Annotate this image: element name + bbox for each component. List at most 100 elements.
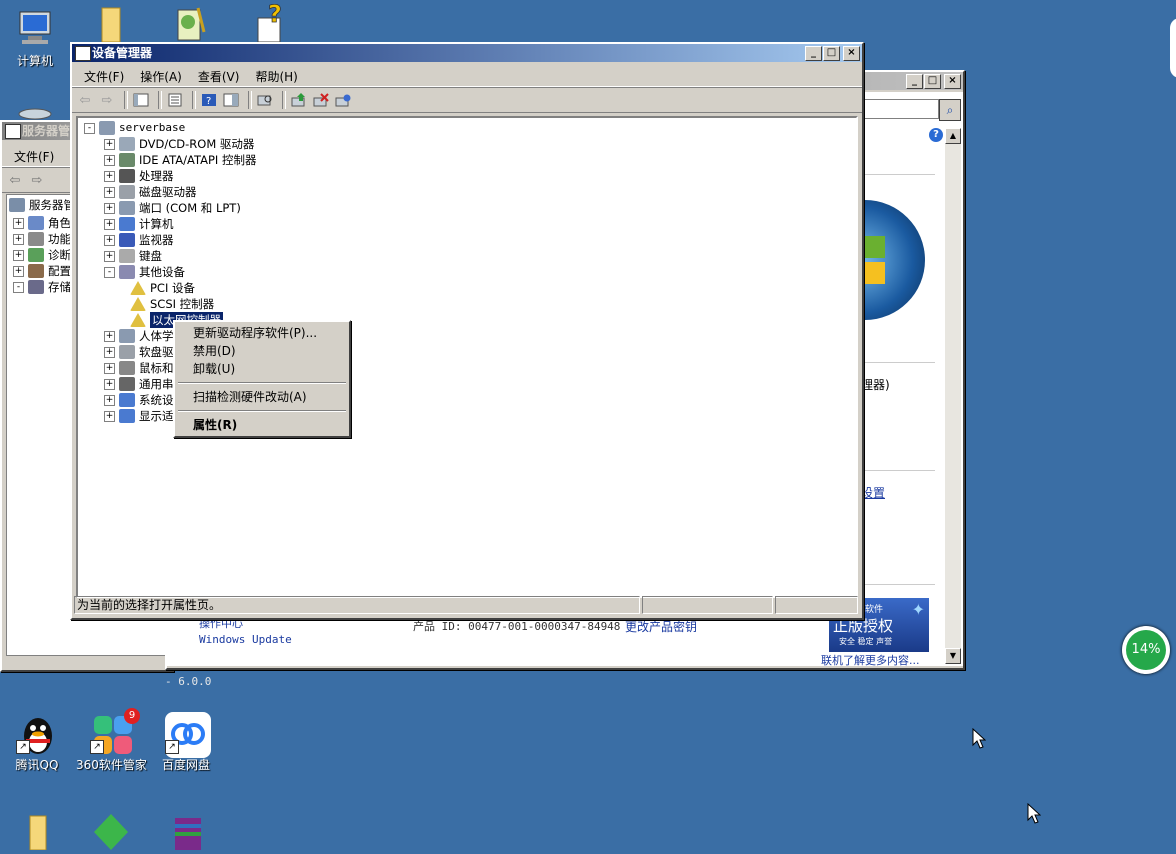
tree-category-item[interactable]: + 通用串 [104,376,174,392]
desktop-icon-qq[interactable]: ↗ 腾讯QQ [2,712,72,773]
back-icon[interactable]: ⇦ [76,92,94,108]
menu-item-properties[interactable]: 属性(R) [177,416,347,434]
menu-item-disable[interactable]: 禁用(D) [177,342,347,360]
menu-item-update-driver[interactable]: 更新驱动程序软件(P)... [177,324,347,342]
tree-device-item[interactable]: PCI 设备 [124,280,195,296]
tree-category-item[interactable]: + 端口 (COM 和 LPT) [104,200,241,216]
menu-file[interactable]: 文件(F) [76,68,132,85]
show-hide-console-tree-icon[interactable] [132,92,150,108]
forward-icon[interactable]: ⇨ [98,92,116,108]
device-manager-titlebar[interactable]: 设备管理器 _ □ × [72,44,862,62]
shortcut-arrow-icon: ↗ [165,740,179,754]
expand-icon[interactable]: + [13,233,24,245]
desktop-icon-winrar[interactable] [151,810,221,854]
tree-category-item[interactable]: + DVD/CD-ROM 驱动器 [104,136,254,152]
desktop-icon-baidu[interactable]: ↗ 百度网盘 [151,712,221,773]
menu-action[interactable]: 操作(A) [132,68,190,85]
expand-icon[interactable]: + [13,217,24,229]
expand-icon[interactable]: + [104,362,115,374]
update-driver-icon[interactable] [290,92,308,108]
expand-icon[interactable]: + [104,410,115,422]
change-product-key-link[interactable]: 更改产品密钥 [625,618,697,635]
desktop-icon-folder-2[interactable] [0,810,70,854]
search-box[interactable] [857,99,939,119]
tree-node[interactable]: + 诊断 [13,247,71,263]
collapse-icon[interactable]: - [13,281,24,293]
tree-category-item[interactable]: + 显示适 [104,408,174,424]
expand-icon[interactable]: + [104,154,115,166]
minimize-button[interactable]: _ [906,74,923,89]
expand-icon[interactable]: + [104,170,115,182]
maximize-button[interactable]: □ [823,46,840,61]
forward-icon[interactable]: ⇨ [28,172,46,188]
tree-node[interactable]: + 配置 [13,263,71,279]
learn-more-link[interactable]: 联机了解更多内容... [821,652,920,668]
tree-category-item[interactable]: - 其他设备 [104,264,185,280]
expand-icon[interactable]: + [104,250,115,262]
tree-root[interactable]: - serverbase [84,120,185,136]
expand-icon[interactable]: + [104,234,115,246]
maximize-button[interactable]: □ [924,74,941,89]
desktop-icon-green[interactable] [76,810,146,854]
tree-node-label: 磁盘驱动器 [139,185,197,199]
expand-icon[interactable]: + [13,249,24,261]
tree-category-item[interactable]: + 系统设 [104,392,174,408]
warning-device-icon [130,297,146,311]
360-software-manager-icon: 9 ↗ [90,708,140,754]
collapse-icon[interactable]: - [104,266,115,278]
close-button[interactable]: × [944,74,961,89]
expand-icon[interactable]: + [104,378,115,390]
uninstall-icon[interactable] [312,92,330,108]
device-category-icon [119,217,135,231]
back-icon[interactable]: ⇦ [6,172,24,188]
tree-category-item[interactable]: + 人体学 [104,328,174,344]
expand-icon[interactable]: + [104,218,115,230]
tree-category-item[interactable]: + 磁盘驱动器 [104,184,197,200]
menu-file[interactable]: 文件(F) [6,148,62,165]
menu-item-uninstall[interactable]: 卸载(U) [177,360,347,378]
expand-icon[interactable]: + [104,394,115,406]
tree-category-item[interactable]: + 计算机 [104,216,174,232]
scan-hardware-icon[interactable] [256,92,274,108]
windows-update-link[interactable]: Windows Update [199,633,292,646]
expand-icon[interactable]: + [104,138,115,150]
scroll-down-icon[interactable]: ▼ [945,648,961,664]
tree-category-item[interactable]: + 键盘 [104,248,162,264]
desktop-icon-computer[interactable]: 计算机 [0,8,70,69]
show-action-pane-icon[interactable] [222,92,240,108]
change-settings-link[interactable]: 设置 [861,484,885,501]
tree-category-item[interactable]: + 鼠标和 [104,360,174,376]
device-category-icon [119,393,135,407]
close-button[interactable]: × [843,46,860,61]
windows-logo [859,200,925,320]
tree-device-item[interactable]: SCSI 控制器 [124,296,214,312]
scroll-up-icon[interactable]: ▲ [945,128,961,144]
desktop-icon-360[interactable]: 9 ↗ 360软件管家 [76,708,147,773]
help-icon[interactable]: ? [929,128,943,142]
collapse-icon[interactable]: - [84,122,95,134]
search-icon[interactable]: ⌕ [939,99,961,121]
menu-view[interactable]: 查看(V) [190,68,248,85]
minimize-button[interactable]: _ [805,46,822,61]
menu-help[interactable]: 帮助(H) [247,68,305,85]
tree-category-item[interactable]: + 软盘驱 [104,344,174,360]
properties-icon[interactable] [166,92,184,108]
expand-icon[interactable]: + [104,186,115,198]
expand-icon[interactable]: + [104,202,115,214]
expand-icon[interactable]: + [104,330,115,342]
tree-node[interactable]: - 存储 [13,279,71,295]
disable-icon[interactable] [334,92,352,108]
tree-node[interactable]: 服务器管 [9,197,75,213]
expand-icon[interactable]: + [104,346,115,358]
system-scrollbar[interactable]: ▲ ▼ [945,128,961,664]
menu-item-scan-hardware[interactable]: 扫描检测硬件改动(A) [177,388,347,406]
cpu-usage-widget[interactable]: 14% [1122,626,1170,674]
tree-node[interactable]: + 角色 [13,215,71,231]
expand-icon[interactable]: + [13,265,24,277]
tree-node-label: 处理器 [139,169,174,183]
tree-node[interactable]: + 功能 [13,231,71,247]
tree-category-item[interactable]: + 监视器 [104,232,174,248]
tree-category-item[interactable]: + IDE ATA/ATAPI 控制器 [104,152,256,168]
help-icon[interactable]: ? [200,92,218,108]
tree-category-item[interactable]: + 处理器 [104,168,174,184]
